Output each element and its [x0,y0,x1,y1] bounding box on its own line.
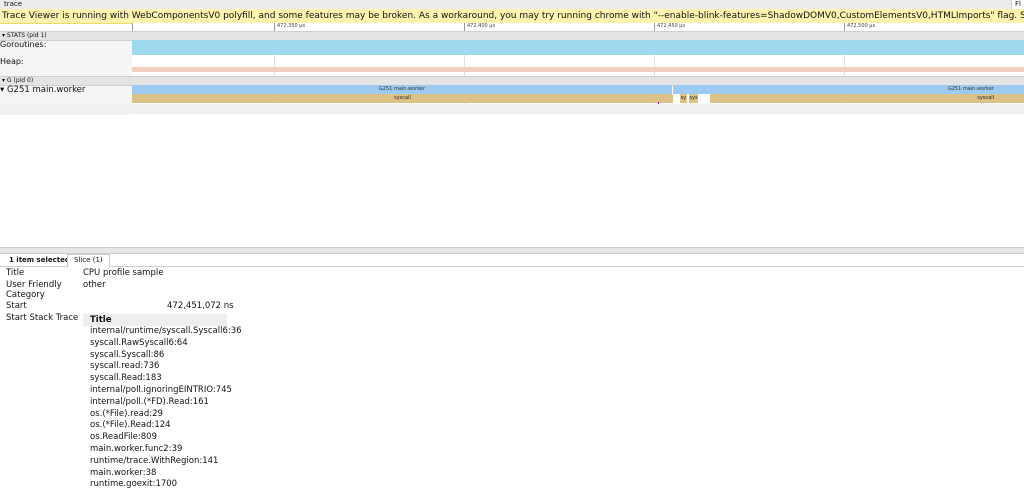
worker-slice-top-right[interactable]: G251 main.worker [673,85,1024,94]
stack-row[interactable]: internal/poll.ignoringEINTRIO:745 [83,385,232,397]
category-label-line1: User Friendly [6,280,62,290]
top-right-label[interactable]: Fl [1011,0,1024,9]
syscall-slice-mid-a[interactable]: sy [680,94,687,103]
syscall-slice-mid-b[interactable]: sys [689,94,698,103]
stack-header: Title [83,314,227,326]
panel-divider[interactable] [0,247,1024,254]
trace-tab-label[interactable]: trace [4,0,22,9]
heap-bar[interactable] [132,67,1024,72]
category-value: other [83,280,106,290]
stack-row[interactable]: os.(*File).Read:124 [83,420,227,432]
stack-row[interactable]: internal/poll.(*FD).Read:161 [83,397,227,409]
start-value: 472,451,072 ns [167,301,234,311]
heap-label: Heap: [0,57,24,66]
stack-trace-table: Title internal/runtime/syscall.Syscall6:… [83,314,242,491]
worker-track-label[interactable]: ▾ G251 main.worker [0,85,85,95]
stack-row[interactable]: os.ReadFile:809 [83,432,227,444]
selection-count: 1 item selected. [9,256,73,264]
title-label: Title [6,268,25,278]
stack-row[interactable]: main.worker.func2:39 [83,444,227,456]
goroutines-label: Goroutines: [0,40,47,49]
ruler-tick-1: 472,350 µs [274,23,305,31]
ruler-tick-4: 472,500 µs [844,23,875,31]
stack-label: Start Stack Trace [6,313,79,323]
stack-row[interactable]: syscall.Syscall:86 [83,350,227,362]
warning-banner: Trace Viewer is running with WebComponen… [0,9,1024,24]
stack-row[interactable]: internal/runtime/syscall.Syscall6:36 [83,326,242,338]
title-value: CPU profile sample [83,268,164,278]
stack-row[interactable]: syscall.Read:183 [83,373,227,385]
ruler-tick-3: 472,450 µs [654,23,685,31]
stack-row[interactable]: runtime/trace.WithRegion:141 [83,456,227,468]
category-label-line2: Category [6,290,45,300]
warning-text: Trace Viewer is running with WebComponen… [2,11,1024,21]
empty-track-row [0,104,1024,114]
syscall-slice-left[interactable]: syscall [132,94,673,103]
stack-row[interactable]: syscall.read:736 [83,361,227,373]
stack-row[interactable]: syscall.RawSyscall6:64 [83,338,227,350]
start-label: Start [6,301,27,311]
stack-row[interactable]: runtime.goexit:1700 [83,479,227,491]
stack-row[interactable]: main.worker:38 [83,468,227,480]
ruler-tick-2: 472,400 µs [464,23,495,31]
worker-slice-top-left[interactable]: G251 main.worker [132,85,672,94]
goroutines-bar[interactable] [132,40,1024,55]
stack-row[interactable]: os.(*File).read:29 [83,409,227,421]
details-panel: Title CPU profile sample User Friendly C… [0,266,1024,496]
syscall-slice-right[interactable]: syscall [710,94,1024,103]
